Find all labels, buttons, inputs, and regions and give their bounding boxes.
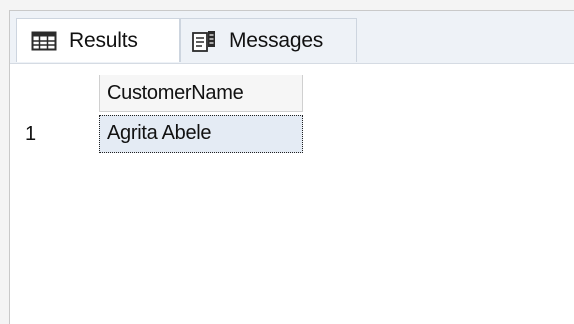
column-header-customername[interactable]: CustomerName [99,75,303,112]
tab-messages[interactable]: Messages [180,18,357,62]
tab-messages-label: Messages [229,28,324,52]
grid-cell-customername[interactable]: Agrita Abele [99,115,303,153]
row-number[interactable]: 1 [14,115,99,153]
row-number-header[interactable] [14,75,99,113]
tab-results[interactable]: Results [16,18,180,62]
messages-icon [191,29,217,53]
table-row: 1 Agrita Abele [14,115,304,153]
grid-header-row: CustomerName [14,75,304,113]
results-pane: Results Messages CustomerName 1 Agrita A… [9,10,574,324]
grid-icon [31,29,57,53]
tab-strip: Results Messages [10,11,574,64]
tab-results-label: Results [69,28,138,52]
